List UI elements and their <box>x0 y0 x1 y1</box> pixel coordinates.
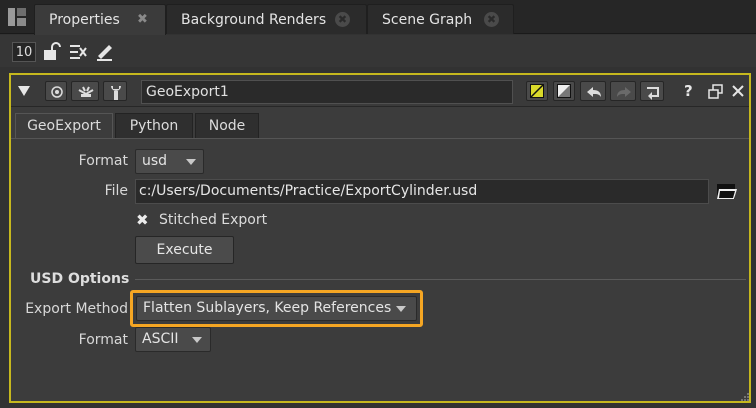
subtab-python[interactable]: Python <box>115 113 193 138</box>
reset-color-button[interactable] <box>553 81 575 101</box>
help-icon[interactable]: ? <box>684 82 698 102</box>
pane-menu-icon[interactable] <box>6 6 28 30</box>
revert-button[interactable] <box>640 81 664 101</box>
usd-format-dropdown[interactable]: ASCII <box>135 327 211 352</box>
node-name-field[interactable]: GeoExport1 <box>141 80 513 104</box>
edit-flag-button[interactable] <box>71 81 99 101</box>
stitched-export-label: Stitched Export <box>159 212 268 228</box>
usd-format-label: Format <box>78 332 128 348</box>
redo-button[interactable] <box>610 81 636 101</box>
version-number-field[interactable]: 10 <box>12 42 36 62</box>
usd-options-heading: USD Options <box>30 271 130 287</box>
tab-scene-graph[interactable]: Scene Graph ✖ <box>367 4 514 34</box>
tab-divider <box>11 138 749 139</box>
file-label: File <box>104 183 128 199</box>
color-swatch-icon <box>530 84 544 98</box>
color-swatch-button[interactable] <box>526 81 548 101</box>
stitched-export-checkbox[interactable]: ✖ <box>136 211 152 229</box>
tab-label: Properties <box>49 12 120 28</box>
export-method-label: Export Method <box>25 301 128 317</box>
export-method-dropdown[interactable]: Flatten Sublayers, Keep References <box>136 296 417 321</box>
execute-button[interactable]: Execute <box>135 236 234 264</box>
revert-icon <box>644 84 662 100</box>
subtab-geoexport[interactable]: GeoExport <box>15 113 113 139</box>
color-reset-icon <box>557 84 571 98</box>
chevron-down-icon <box>186 159 196 165</box>
tab-properties[interactable]: Properties ✖ <box>34 4 166 35</box>
subtab-node[interactable]: Node <box>195 113 259 138</box>
close-icon[interactable] <box>731 84 745 98</box>
tab-label: Scene Graph <box>382 11 473 28</box>
tab-label: Background Renders <box>181 11 327 28</box>
format-dropdown[interactable]: usd <box>135 149 204 174</box>
section-divider <box>135 279 746 280</box>
chevron-down-icon <box>396 306 406 312</box>
pencil-icon[interactable] <box>94 40 116 62</box>
float-icon[interactable] <box>708 84 724 100</box>
folder-icon[interactable] <box>716 181 738 201</box>
wrench-button[interactable] <box>103 81 127 101</box>
collapse-triangle-icon[interactable] <box>17 84 31 98</box>
close-icon[interactable]: ✖ <box>135 12 150 27</box>
view-flag-button[interactable] <box>45 81 67 101</box>
scissors-icon <box>77 84 95 100</box>
file-path-input[interactable]: c:/Users/Documents/Practice/ExportCylind… <box>135 179 709 204</box>
usd-format-value: ASCII <box>142 331 179 347</box>
undo-icon <box>585 84 603 99</box>
close-icon[interactable]: ✖ <box>484 12 499 27</box>
redo-icon <box>615 84 633 99</box>
export-method-value: Flatten Sublayers, Keep References <box>143 300 392 316</box>
tab-background-renders[interactable]: Background Renders ✖ <box>166 4 367 34</box>
clear-icon[interactable] <box>68 43 88 61</box>
wrench-icon <box>108 84 124 100</box>
chevron-down-icon <box>192 337 202 343</box>
format-value: usd <box>142 153 168 169</box>
lock-icon[interactable] <box>42 41 62 63</box>
close-icon[interactable]: ✖ <box>335 12 350 27</box>
undo-button[interactable] <box>580 81 606 101</box>
resize-grip-icon[interactable] <box>740 392 750 402</box>
format-label: Format <box>78 153 128 169</box>
view-target-icon <box>50 85 64 99</box>
